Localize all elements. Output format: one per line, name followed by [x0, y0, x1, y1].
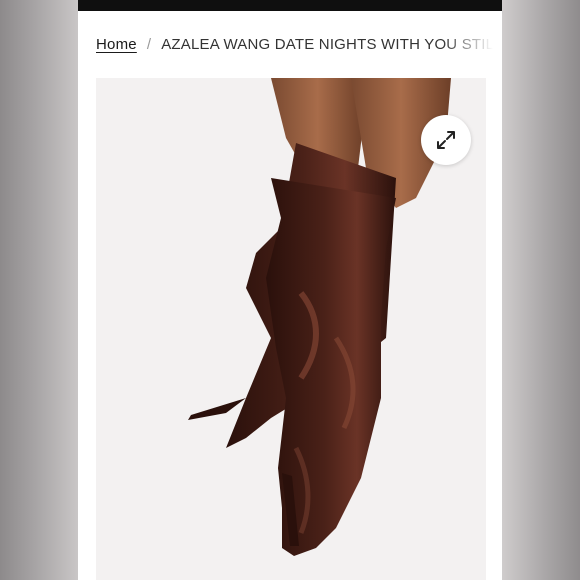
- background-blur-left: [0, 0, 78, 580]
- boot-back-heel: [188, 398, 246, 420]
- product-page: Home/AZALEA WANG DATE NIGHTS WITH YOU ST…: [78, 0, 502, 580]
- expand-image-button[interactable]: [421, 115, 471, 165]
- expand-arrows-icon: [437, 131, 455, 149]
- breadcrumb-separator: /: [146, 36, 152, 53]
- product-image[interactable]: [96, 78, 486, 580]
- breadcrumb-home-link[interactable]: Home: [96, 36, 137, 53]
- background-blur-right: [502, 0, 580, 580]
- breadcrumb-fade: [442, 30, 502, 64]
- site-header-bar: [78, 0, 502, 11]
